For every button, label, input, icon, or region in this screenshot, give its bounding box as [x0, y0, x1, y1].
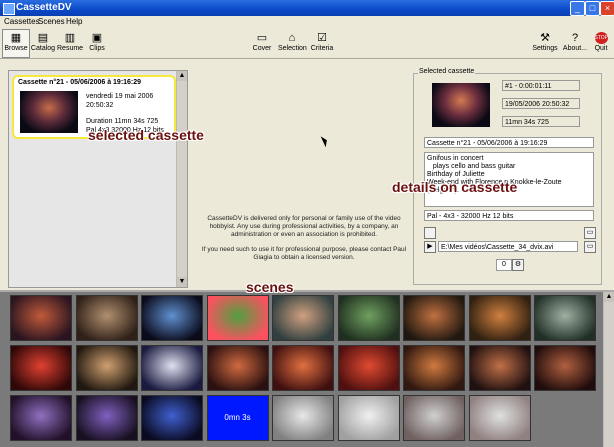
- counter-field[interactable]: 0: [496, 259, 512, 271]
- scene-thumbnail[interactable]: [337, 395, 400, 441]
- folder-icon[interactable]: ▭: [584, 241, 596, 253]
- selection-icon: ⌂: [288, 32, 296, 44]
- mouse-cursor-icon: [320, 134, 330, 148]
- scene-thumbnail[interactable]: [272, 295, 334, 341]
- scene-thumbnail[interactable]: [10, 345, 72, 391]
- scene-thumbnail[interactable]: [75, 395, 138, 441]
- app-icon: [3, 3, 15, 15]
- menu-bar: Cassettes Scenes Help: [0, 16, 614, 28]
- maximize-button[interactable]: □: [585, 1, 600, 16]
- counter-edit-icon[interactable]: ⚙: [512, 259, 524, 271]
- annotation-scenes: scenes: [246, 279, 294, 295]
- browse-button[interactable]: ▦ Browse: [2, 29, 30, 58]
- scroll-up-arrow-icon[interactable]: ▲: [177, 71, 187, 81]
- video-path-field[interactable]: E:\Mes vidéos\Cassette_34_dvix.avi: [438, 241, 578, 252]
- empty-path-row: ▭: [424, 227, 596, 239]
- resume-button[interactable]: ▥ Resume: [56, 29, 84, 58]
- menu-scenes[interactable]: Scenes: [38, 17, 65, 26]
- description-line: plays cello and bass guitar: [427, 163, 516, 170]
- scene-thumbnail[interactable]: [468, 295, 531, 341]
- annotation-details-on-cassette: details on cassette: [392, 179, 518, 195]
- window-title: CassetteDV: [16, 2, 72, 13]
- stop-icon: STOP: [594, 32, 608, 44]
- license-text-1: CassetteDV is delivered only for persona…: [207, 215, 401, 238]
- toolbar: ▦ Browse ▤ Catalog ▥ Resume ▣ Clips ▭ Co…: [0, 28, 614, 59]
- scene-thumbnail[interactable]: [534, 295, 596, 341]
- catalog-button[interactable]: ▤ Catalog: [29, 29, 57, 58]
- cassette-title-field[interactable]: Cassette n°21 - 05/06/2006 à 19:16:29: [424, 137, 594, 148]
- license-text-2: If you need such to use it for professio…: [201, 246, 407, 261]
- scene-thumbnail[interactable]: [206, 345, 269, 391]
- clips-icon: ▣: [91, 32, 103, 44]
- description-line: Gnifous in concert: [427, 155, 484, 162]
- scroll-down-arrow-icon[interactable]: ▼: [177, 277, 187, 287]
- cassette-list[interactable]: Cassette n°21 - 05/06/2006 à 19:16:29 ve…: [8, 70, 188, 288]
- scene-thumbnail[interactable]: [337, 345, 400, 391]
- cassette-duration: Duration 11mn 34s 725: [86, 118, 159, 125]
- scene-thumbnail[interactable]: [337, 295, 400, 341]
- blank-button[interactable]: [424, 227, 436, 239]
- duration-field: 11mn 34s 725: [502, 116, 580, 127]
- criteria-button[interactable]: ☑ Criteria: [307, 29, 337, 58]
- scene-thumbnail[interactable]: [10, 295, 72, 341]
- play-icon[interactable]: ▶: [424, 241, 436, 253]
- folder-icon[interactable]: ▭: [584, 227, 596, 239]
- about-button[interactable]: ? About...: [560, 29, 590, 58]
- close-button[interactable]: ×: [600, 1, 614, 16]
- scenes-scrollbar[interactable]: ▲: [603, 292, 614, 447]
- clips-button[interactable]: ▣ Clips: [83, 29, 111, 58]
- selected-thumbnail: [432, 83, 490, 127]
- menu-help[interactable]: Help: [66, 17, 82, 26]
- scene-thumbnail[interactable]: [468, 395, 531, 441]
- quit-button[interactable]: STOP Quit: [588, 29, 614, 58]
- cover-button[interactable]: ▭ Cover: [247, 29, 277, 58]
- video-path-row: ▶ E:\Mes vidéos\Cassette_34_dvix.avi ▭: [424, 241, 596, 253]
- scene-label: 0mn 3s: [224, 413, 251, 422]
- scene-thumbnail[interactable]: [141, 345, 203, 391]
- scene-thumbnail[interactable]: [141, 395, 203, 441]
- settings-button[interactable]: ⚒ Settings: [530, 29, 560, 58]
- scroll-up-arrow-icon[interactable]: ▲: [604, 292, 614, 302]
- scene-thumbnail[interactable]: [403, 395, 465, 441]
- scene-thumbnail[interactable]: [75, 295, 138, 341]
- catalog-icon: ▤: [37, 32, 49, 44]
- cassette-title: Cassette n°21 - 05/06/2006 à 19:16:29: [18, 79, 142, 86]
- browse-icon: ▦: [10, 32, 22, 44]
- cassette-time: 20:50:32: [86, 102, 114, 109]
- scene-thumbnail[interactable]: [141, 295, 203, 341]
- scene-thumbnail[interactable]: 0mn 3s: [206, 395, 269, 441]
- scene-thumbnail[interactable]: [10, 395, 72, 441]
- scene-thumbnail[interactable]: [403, 345, 465, 391]
- scene-index-field: #1 - 0:00:01:11: [502, 80, 580, 91]
- minimize-button[interactable]: _: [570, 1, 585, 16]
- format-field: Pal - 4x3 - 32000 Hz 12 bits: [424, 210, 594, 221]
- scene-thumbnail[interactable]: [534, 345, 596, 391]
- cassette-thumbnail: [20, 91, 78, 133]
- title-bar: CassetteDV _ □ ×: [0, 0, 614, 16]
- scene-thumbnail[interactable]: [75, 345, 138, 391]
- scene-thumbnail[interactable]: [272, 345, 334, 391]
- description-line: Birthday of Juliette: [427, 171, 485, 178]
- cassette-list-scrollbar[interactable]: ▲ ▼: [176, 71, 187, 287]
- scenes-panel[interactable]: 0mn 3s ▲: [0, 290, 614, 447]
- scene-thumbnail[interactable]: [403, 295, 465, 341]
- resume-icon: ▥: [64, 32, 76, 44]
- selection-button[interactable]: ⌂ Selection: [277, 29, 307, 58]
- annotation-selected-cassette: selected cassette: [88, 127, 204, 143]
- group-label: Selected cassette: [418, 68, 476, 75]
- license-notice: CassetteDV is delivered only for persona…: [198, 215, 410, 262]
- scene-thumbnail[interactable]: [206, 295, 269, 341]
- menu-cassettes[interactable]: Cassettes: [4, 17, 40, 26]
- cassette-date: vendredi 19 mai 2006: [86, 93, 154, 100]
- datetime-field: 19/05/2006 20:50:32: [502, 98, 580, 109]
- scene-thumbnail[interactable]: [468, 345, 531, 391]
- scene-thumbnail[interactable]: [272, 395, 334, 441]
- settings-icon: ⚒: [540, 32, 550, 44]
- cover-icon: ▭: [256, 32, 268, 44]
- criteria-icon: ☑: [317, 32, 327, 44]
- about-icon: ?: [571, 32, 579, 44]
